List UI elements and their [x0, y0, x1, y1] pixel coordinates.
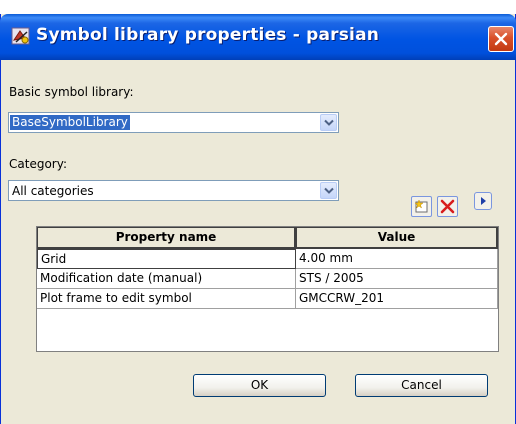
- expand-right-icon: [481, 197, 486, 205]
- table-cell-value[interactable]: GMCCRW_201: [296, 289, 498, 309]
- dialog-window: [0, 14, 516, 424]
- table-cell-value[interactable]: 4.00 mm: [296, 249, 498, 269]
- category-select[interactable]: All categories: [8, 180, 339, 201]
- symbol-library-icon: [11, 27, 30, 45]
- properties-table[interactable]: Property name Value Grid 4.00 mm Modific…: [36, 226, 499, 352]
- dropdown-button[interactable]: [320, 114, 337, 131]
- cancel-button[interactable]: Cancel: [355, 374, 488, 397]
- delete-button[interactable]: [437, 196, 458, 217]
- ok-button[interactable]: OK: [193, 374, 326, 397]
- table-cell-name[interactable]: Grid: [37, 249, 296, 269]
- category-value: All categories: [12, 184, 94, 198]
- basic-library-select[interactable]: BaseSymbolLibrary: [8, 112, 339, 133]
- window-title: Symbol library properties - parsian: [36, 25, 380, 45]
- category-label: Category:: [9, 157, 67, 171]
- dropdown-button[interactable]: [320, 182, 337, 199]
- basic-library-label: Basic symbol library:: [9, 85, 134, 99]
- column-header-property[interactable]: Property name: [37, 227, 296, 249]
- table-cell-value[interactable]: STS / 2005: [296, 269, 498, 289]
- expand-button[interactable]: [474, 192, 492, 210]
- chevron-down-icon: [324, 119, 334, 126]
- table-cell-name[interactable]: Modification date (manual): [37, 269, 296, 289]
- column-header-value[interactable]: Value: [296, 227, 498, 249]
- basic-library-value: BaseSymbolLibrary: [10, 115, 130, 130]
- close-button[interactable]: [488, 26, 514, 52]
- table-cell-name[interactable]: Plot frame to edit symbol: [37, 289, 296, 309]
- new-property-button[interactable]: [411, 196, 432, 217]
- close-icon: [494, 32, 508, 46]
- delete-icon: [440, 199, 455, 214]
- chevron-down-icon: [324, 187, 334, 194]
- new-property-icon: [414, 199, 428, 213]
